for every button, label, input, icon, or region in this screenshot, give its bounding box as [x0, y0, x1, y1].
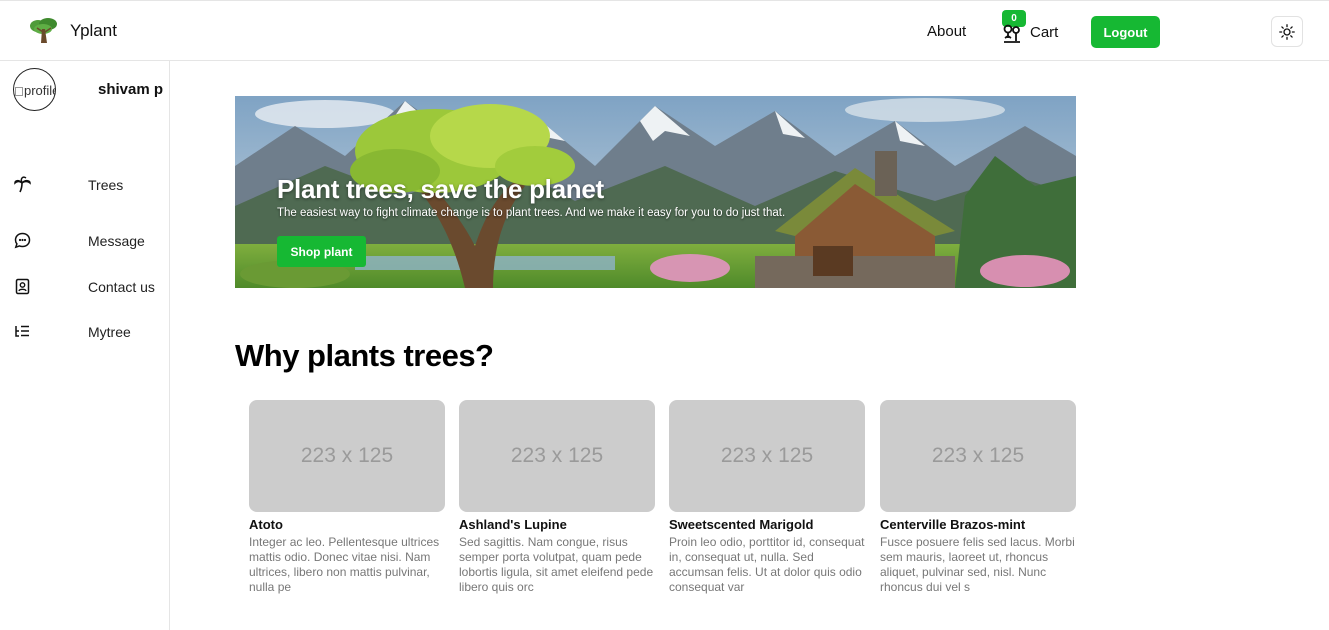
theme-toggle-button[interactable] — [1271, 16, 1303, 47]
palm-tree-icon — [14, 176, 31, 193]
sidebar-item-label: Contact us — [88, 279, 155, 295]
chat-bubble-icon — [14, 232, 31, 249]
cart-label: Cart — [1030, 24, 1059, 41]
section-title: Why plants trees? — [235, 338, 494, 373]
info-card[interactable]: 223 x 125 Ashland's Lupine Sed sagittis.… — [459, 400, 655, 595]
info-card[interactable]: 223 x 125 Centerville Brazos-mint Fusce … — [880, 400, 1076, 595]
logout-button[interactable]: Logout — [1091, 16, 1160, 48]
info-card[interactable]: 223 x 125 Atoto Integer ac leo. Pellente… — [249, 400, 445, 595]
card-description: Integer ac leo. Pellentesque ultrices ma… — [249, 535, 440, 594]
nav-about-link[interactable]: About — [927, 23, 966, 40]
nav-cart-link[interactable]: 0 Cart — [1000, 10, 1070, 50]
sidebar: profile shivam p Trees Message Contact u… — [0, 61, 170, 630]
sidebar-item-label: Message — [88, 233, 145, 249]
sidebar-item-label: Mytree — [88, 324, 131, 340]
sidebar-item-mytree[interactable]: Mytree — [0, 316, 169, 346]
card-description: Proin leo odio, porttitor id, consequat … — [669, 535, 865, 594]
card-description: Sed sagittis. Nam congue, risus semper p… — [459, 535, 654, 594]
cart-icon — [1003, 24, 1020, 43]
brand-name: Yplant — [70, 21, 117, 40]
card-image-placeholder: 223 x 125 — [880, 400, 1076, 512]
card-description: Fusce posuere felis sed lacus. Morbi sem… — [880, 535, 1075, 594]
hero-title: Plant trees, save the planet — [277, 174, 604, 204]
contact-card-icon — [15, 278, 30, 295]
hero-banner: Plant trees, save the planet The easiest… — [235, 96, 1076, 288]
shop-plant-button[interactable]: Shop plant — [277, 236, 366, 267]
info-card[interactable]: 223 x 125 Sweetscented Marigold Proin le… — [669, 400, 865, 595]
sidebar-item-trees[interactable]: Trees — [0, 169, 169, 199]
avatar-alt-text: profile — [24, 83, 56, 98]
card-image-placeholder: 223 x 125 — [459, 400, 655, 512]
card-title: Sweetscented Marigold — [669, 517, 814, 532]
sun-icon — [1279, 23, 1295, 40]
sidebar-item-contact-us[interactable]: Contact us — [0, 271, 169, 301]
brand[interactable]: Yplant — [28, 17, 117, 45]
sidebar-item-message[interactable]: Message — [0, 225, 169, 255]
hero-subtitle: The easiest way to fight climate change … — [277, 207, 786, 219]
broken-image-icon — [15, 87, 23, 96]
avatar[interactable]: profile — [13, 68, 56, 111]
card-title: Ashland's Lupine — [459, 517, 567, 532]
sidebar-item-label: Trees — [88, 177, 124, 193]
card-title: Centerville Brazos-mint — [880, 517, 1026, 532]
top-navbar: Yplant About 0 Cart Logout — [0, 0, 1329, 61]
card-image-placeholder: 223 x 125 — [249, 400, 445, 512]
tree-list-icon — [15, 325, 29, 337]
username: shivam p — [98, 81, 164, 98]
card-image-placeholder: 223 x 125 — [669, 400, 865, 512]
tree-icon — [30, 18, 57, 43]
card-title: Atoto — [249, 517, 283, 532]
